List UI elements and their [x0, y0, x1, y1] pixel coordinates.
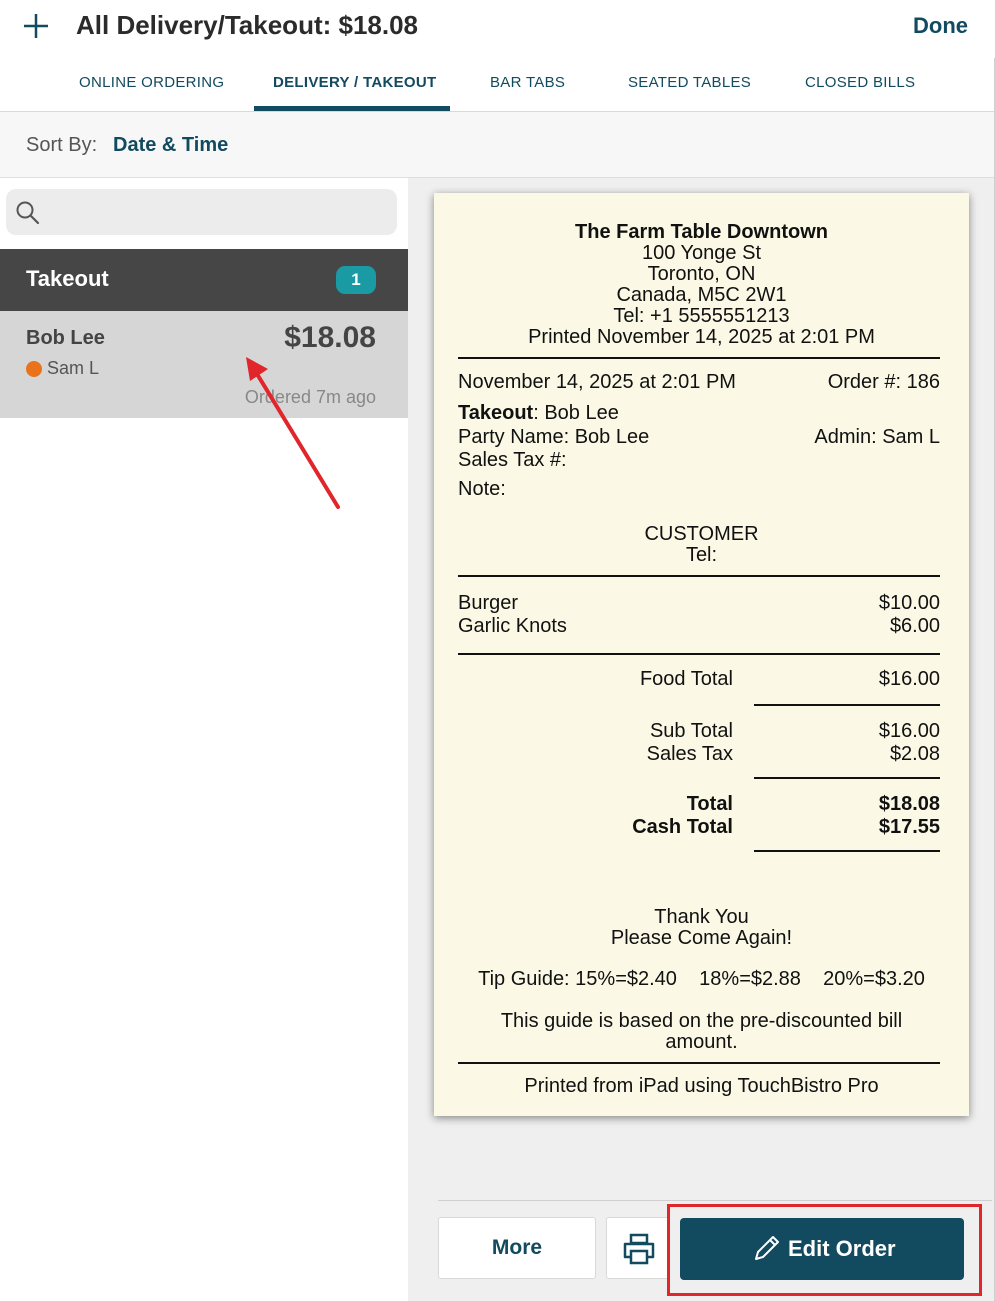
receipt-tip-guide: Tip Guide: 15%=$2.40 18%=$2.88 20%=$3.20: [478, 968, 925, 990]
receipt-restaurant-name: The Farm Table Downtown: [575, 221, 828, 243]
receipt-total: $18.08: [878, 793, 940, 815]
annotation-highlight-box: [667, 1204, 982, 1296]
receipt-preview: The Farm Table Downtown 100 Yonge St Tor…: [434, 193, 969, 1116]
tab-bar: ONLINE ORDERING DELIVERY / TAKEOUT BAR T…: [0, 60, 995, 112]
actions-divider: [438, 1200, 992, 1201]
sort-selector[interactable]: Date & Time: [113, 134, 228, 157]
status-dot: [26, 361, 42, 377]
app-window: All Delivery/Takeout: $18.08 Done ONLINE…: [0, 0, 995, 1301]
sort-label: Sort By:: [26, 134, 98, 156]
search-input[interactable]: [6, 189, 397, 235]
receipt-printed-at: Printed November 14, 2025 at 2:01 PM: [528, 326, 875, 348]
receipt-item-name: Burger: [458, 592, 519, 614]
receipt-divider: [458, 357, 940, 359]
receipt-food-total: $16.00: [878, 668, 940, 690]
receipt-address-line3: Canada, M5C 2W1: [616, 284, 787, 306]
receipt-phone: Tel: +1 5555551213: [613, 305, 790, 327]
receipt-note: Note:: [458, 478, 506, 500]
plus-icon[interactable]: [20, 10, 52, 42]
receipt-item-name: Garlic Knots: [458, 615, 567, 637]
receipt-sales-tax-label: Sales Tax: [646, 743, 733, 765]
print-button[interactable]: [606, 1217, 670, 1279]
order-total: $18.08: [284, 321, 376, 354]
receipt-divider: [458, 575, 940, 577]
sort-bar: Sort By: Date & Time: [0, 112, 995, 178]
tab-delivery-takeout[interactable]: DELIVERY / TAKEOUT: [273, 74, 436, 91]
done-button[interactable]: Done: [913, 13, 968, 39]
top-bar: All Delivery/Takeout: $18.08 Done ONLINE…: [0, 0, 995, 112]
page-title: All Delivery/Takeout: $18.08: [76, 10, 419, 40]
more-button[interactable]: More: [438, 1217, 596, 1279]
receipt-type-label: Takeout: [458, 402, 534, 424]
receipt-customer-heading: CUSTOMER: [644, 523, 759, 545]
receipt-divider: [754, 777, 940, 779]
receipt-come-again: Please Come Again!: [610, 927, 793, 949]
receipt-address-line1: 100 Yonge St: [641, 242, 761, 264]
receipt-subtotal-label: Sub Total: [649, 720, 733, 742]
order-server-name: Sam L: [47, 358, 100, 378]
receipt-cash-total: $17.55: [878, 816, 940, 838]
receipt-footer: Printed from iPad using TouchBistro Pro: [524, 1075, 879, 1097]
receipt-customer-tel: Tel:: [685, 544, 718, 566]
tab-seated-tables[interactable]: SEATED TABLES: [628, 74, 751, 91]
receipt-thanks: Thank You: [654, 906, 749, 928]
receipt-divider: [458, 653, 940, 655]
group-count-badge: 1: [336, 266, 376, 294]
receipt-sales-tax: $2.08: [889, 743, 940, 765]
receipt-subtotal: $16.00: [878, 720, 940, 742]
takeout-group-header[interactable]: Takeout 1: [0, 249, 408, 311]
tab-closed-bills[interactable]: CLOSED BILLS: [805, 74, 915, 91]
receipt-sales-tax-number: Sales Tax #:: [458, 449, 567, 471]
receipt-total-label: Total: [686, 793, 733, 815]
group-title: Takeout: [26, 266, 109, 291]
annotation-arrow-icon: [246, 357, 340, 509]
receipt-address-line2: Toronto, ON: [647, 263, 756, 285]
receipt-type-value: : Bob Lee: [533, 402, 619, 424]
search-icon: [16, 201, 40, 225]
receipt-food-total-label: Food Total: [639, 668, 733, 690]
receipt-order-type: Takeout: Bob Lee: [458, 402, 619, 425]
order-detail-panel: The Farm Table Downtown 100 Yonge St Tor…: [408, 178, 994, 1301]
receipt-divider: [458, 1062, 940, 1064]
tab-online-ordering[interactable]: ONLINE ORDERING: [79, 74, 224, 91]
tab-bar-tabs[interactable]: BAR TABS: [490, 74, 565, 91]
receipt-divider: [754, 704, 940, 706]
receipt-party-name: Party Name: Bob Lee: [458, 426, 650, 448]
receipt-item-price: $10.00: [878, 592, 940, 614]
receipt-guide-note: This guide is based on the pre-discounte…: [500, 1010, 903, 1032]
order-list-panel: Takeout 1 Bob Lee $18.08 Sam L Ordered 7…: [0, 178, 408, 1301]
receipt-datetime: November 14, 2025 at 2:01 PM: [458, 371, 736, 393]
receipt-order-number: Order #: 186: [827, 371, 940, 393]
printer-icon: [623, 1233, 655, 1265]
active-tab-indicator: [254, 106, 450, 111]
receipt-guide-note-cont: amount.: [665, 1031, 738, 1053]
receipt-item-price: $6.00: [889, 615, 940, 637]
receipt-divider: [754, 850, 940, 852]
receipt-cash-total-label: Cash Total: [632, 816, 733, 838]
order-customer-name: Bob Lee: [26, 327, 105, 349]
receipt-admin: Admin: Sam L: [814, 426, 940, 448]
